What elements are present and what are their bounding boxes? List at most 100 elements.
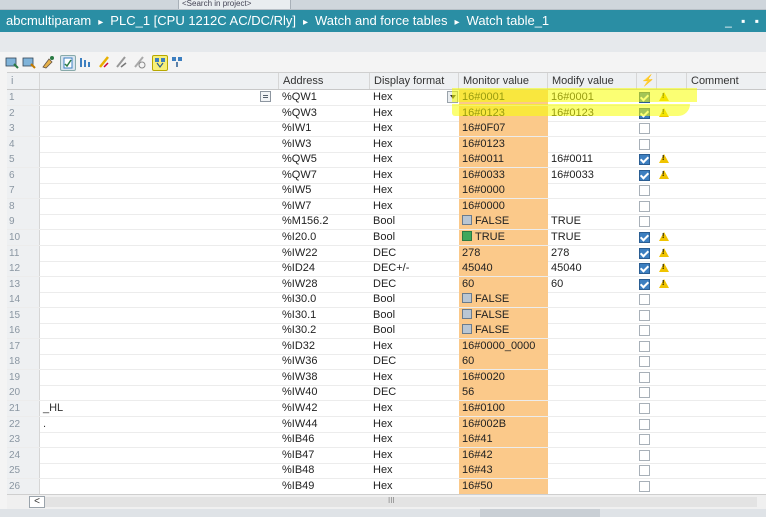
comment-cell[interactable]	[687, 246, 766, 261]
name-cell[interactable]	[40, 121, 279, 136]
name-cell[interactable]	[40, 308, 279, 323]
display-format-cell[interactable]: Hex	[370, 121, 459, 136]
modify-value-cell[interactable]: 16#0123	[548, 106, 637, 121]
table-row[interactable]: 4 %IW3 Hex 16#0123	[7, 136, 766, 153]
display-format-cell[interactable]: Hex	[370, 448, 459, 463]
table-row[interactable]: 11 %IW22 DEC 278 278	[7, 245, 766, 262]
comment-cell[interactable]	[687, 152, 766, 167]
modify-checkbox[interactable]	[639, 480, 650, 492]
comment-cell[interactable]	[687, 230, 766, 245]
modify-value-cell[interactable]	[548, 137, 637, 152]
breadcrumb-plc[interactable]: PLC_1 [CPU 1212C AC/DC/Rly]	[110, 13, 296, 28]
address-cell[interactable]: %IW38	[279, 370, 370, 385]
name-cell[interactable]	[40, 479, 279, 494]
modify-value-cell[interactable]: 45040	[548, 261, 637, 276]
modify-value-cell[interactable]	[548, 354, 637, 369]
modify-value-cell[interactable]	[548, 432, 637, 447]
breadcrumb-watch-force-tables[interactable]: Watch and force tables	[315, 13, 447, 28]
display-format-cell[interactable]: Hex	[370, 339, 459, 354]
comment-cell[interactable]	[687, 339, 766, 354]
modify-checkbox[interactable]	[639, 169, 650, 181]
display-format-cell[interactable]: DEC+/-	[370, 261, 459, 276]
name-cell[interactable]	[40, 214, 279, 229]
table-row[interactable]: 23 %IB46 Hex 16#41	[7, 432, 766, 449]
modify-icon[interactable]	[41, 55, 55, 69]
comment-cell[interactable]	[687, 370, 766, 385]
comment-cell[interactable]	[687, 479, 766, 494]
modify-checkbox[interactable]	[639, 247, 650, 259]
modify-checkbox[interactable]	[639, 231, 650, 243]
modify-checkbox[interactable]	[639, 138, 650, 150]
modify-value-cell[interactable]	[548, 292, 637, 307]
modify-checkbox[interactable]	[639, 185, 650, 197]
table-row[interactable]: 17 %ID32 Hex 16#0000_0000	[7, 338, 766, 355]
address-cell[interactable]: %I30.2	[279, 323, 370, 338]
row-menu-icon[interactable]	[260, 91, 271, 102]
table-row[interactable]: 6 %QW7 Hex 16#0033 16#0033	[7, 167, 766, 184]
table-row[interactable]: 3 %IW1 Hex 16#0F07	[7, 121, 766, 138]
modify-checkbox-cell[interactable]	[637, 106, 657, 121]
comment-cell[interactable]	[687, 385, 766, 400]
modify-checkbox-cell[interactable]	[637, 137, 657, 152]
modify-checkbox-cell[interactable]	[637, 168, 657, 183]
modify-checkbox-cell[interactable]	[637, 417, 657, 432]
name-cell[interactable]: .	[40, 417, 279, 432]
name-cell[interactable]	[40, 463, 279, 478]
status-bar-tab[interactable]	[480, 509, 600, 517]
monitor-all-icon[interactable]	[152, 55, 168, 71]
modify-value-cell[interactable]: 16#0011	[548, 152, 637, 167]
modify-value-cell[interactable]: TRUE	[548, 230, 637, 245]
name-cell[interactable]	[40, 137, 279, 152]
modify-checkbox-cell[interactable]	[637, 214, 657, 229]
display-format-cell[interactable]: Hex	[370, 168, 459, 183]
modify-checkbox[interactable]	[639, 123, 650, 135]
header-display-format[interactable]: Display format	[370, 73, 459, 89]
table-row[interactable]: 1 %QW1 Hex 16#0001 16#0001	[7, 90, 766, 106]
header-address[interactable]: Address	[279, 73, 370, 89]
table-row[interactable]: 14 %I30.0 Bool FALSE	[7, 292, 766, 309]
window-controls[interactable]: _ ▪ ▪	[725, 10, 762, 32]
comment-cell[interactable]	[687, 432, 766, 447]
name-cell[interactable]	[40, 277, 279, 292]
address-cell[interactable]: %I30.1	[279, 308, 370, 323]
display-format-cell[interactable]: Hex	[370, 417, 459, 432]
modify-checkbox-cell[interactable]	[637, 323, 657, 338]
modify-checkbox-cell[interactable]	[637, 230, 657, 245]
address-cell[interactable]: %I20.0	[279, 230, 370, 245]
modify-value-cell[interactable]	[548, 448, 637, 463]
modify-checkbox-cell[interactable]	[637, 308, 657, 323]
modify-checkbox-cell[interactable]	[637, 463, 657, 478]
monitor-once-icon[interactable]	[22, 55, 36, 69]
comment-cell[interactable]	[687, 121, 766, 136]
name-cell[interactable]	[40, 323, 279, 338]
modify-checkbox-cell[interactable]	[637, 199, 657, 214]
address-cell[interactable]: %QW7	[279, 168, 370, 183]
modify-checkbox-cell[interactable]	[637, 261, 657, 276]
modify-checkbox-cell[interactable]	[637, 292, 657, 307]
header-modify-value[interactable]: Modify value	[548, 73, 637, 89]
address-cell[interactable]: %IW36	[279, 354, 370, 369]
comment-cell[interactable]	[687, 277, 766, 292]
modify-checkbox[interactable]	[639, 465, 650, 477]
modify-checkbox[interactable]	[639, 371, 650, 383]
name-cell[interactable]	[40, 106, 279, 121]
address-cell[interactable]: %ID32	[279, 339, 370, 354]
modify-checkbox-cell[interactable]	[637, 339, 657, 354]
table-row[interactable]: 15 %I30.1 Bool FALSE	[7, 307, 766, 324]
modify-checkbox-cell[interactable]	[637, 183, 657, 198]
modify-value-cell[interactable]: 278	[548, 246, 637, 261]
name-cell[interactable]	[40, 230, 279, 245]
address-cell[interactable]: %IW28	[279, 277, 370, 292]
header-monitor-value[interactable]: Monitor value	[459, 73, 548, 89]
table-row[interactable]: 10 %I20.0 Bool TRUE TRUE	[7, 229, 766, 246]
display-format-cell[interactable]: Hex	[370, 479, 459, 494]
display-format-cell[interactable]: Bool	[370, 323, 459, 338]
address-cell[interactable]: %IB48	[279, 463, 370, 478]
monitor-icon[interactable]	[5, 55, 19, 69]
display-format-cell[interactable]: Hex	[370, 401, 459, 416]
address-cell[interactable]: %IW5	[279, 183, 370, 198]
display-format-cell[interactable]: DEC	[370, 277, 459, 292]
header-name[interactable]	[40, 73, 279, 89]
address-cell[interactable]: %IW7	[279, 199, 370, 214]
modify-value-cell[interactable]	[548, 401, 637, 416]
